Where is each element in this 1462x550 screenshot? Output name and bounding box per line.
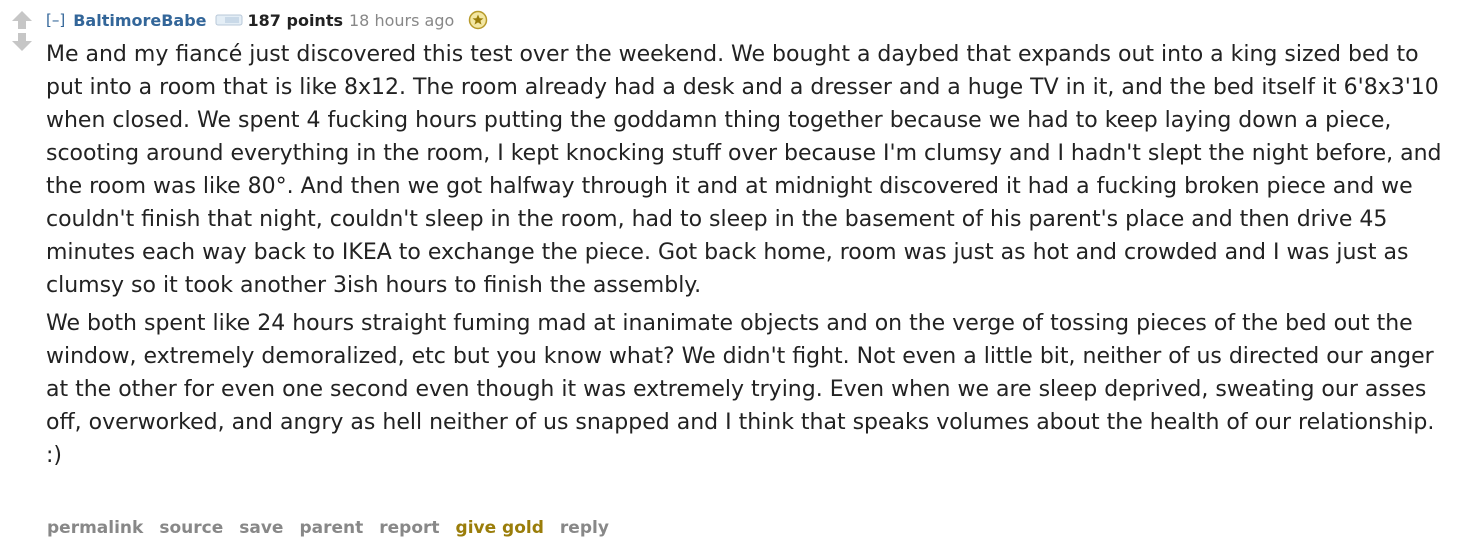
upvote-arrow-icon[interactable] <box>10 10 34 30</box>
parent-button[interactable]: parent <box>299 518 363 538</box>
give-gold-button[interactable]: give gold <box>456 518 544 538</box>
save-button[interactable]: save <box>239 518 283 538</box>
comment-timestamp: 18 hours ago <box>349 10 455 30</box>
comment-score: 187 points <box>247 10 343 30</box>
comment-paragraph: We both spent like 24 hours straight fum… <box>46 311 1435 468</box>
report-button[interactable]: report <box>379 518 439 538</box>
author-link[interactable]: BaltimoreBabe <box>73 11 206 30</box>
permalink-button[interactable]: permalink <box>47 518 143 538</box>
flair-badge-icon <box>215 14 243 26</box>
reply-button[interactable]: reply <box>560 518 609 538</box>
gilded-star-icon <box>469 10 488 30</box>
comment-body: Me and my fiancé just discovered this te… <box>46 38 1446 472</box>
downvote-arrow-icon[interactable] <box>10 32 34 52</box>
collapse-toggle[interactable]: [–] <box>46 11 65 29</box>
comment-actions: permalink source save parent report give… <box>47 518 609 538</box>
comment: [–] BaltimoreBabe 187 points 18 hours ag… <box>0 0 1462 550</box>
vote-column <box>10 10 34 52</box>
source-button[interactable]: source <box>159 518 223 538</box>
comment-tagline: [–] BaltimoreBabe 187 points 18 hours ag… <box>46 6 488 34</box>
comment-paragraph: Me and my fiancé just discovered this te… <box>46 42 1442 298</box>
